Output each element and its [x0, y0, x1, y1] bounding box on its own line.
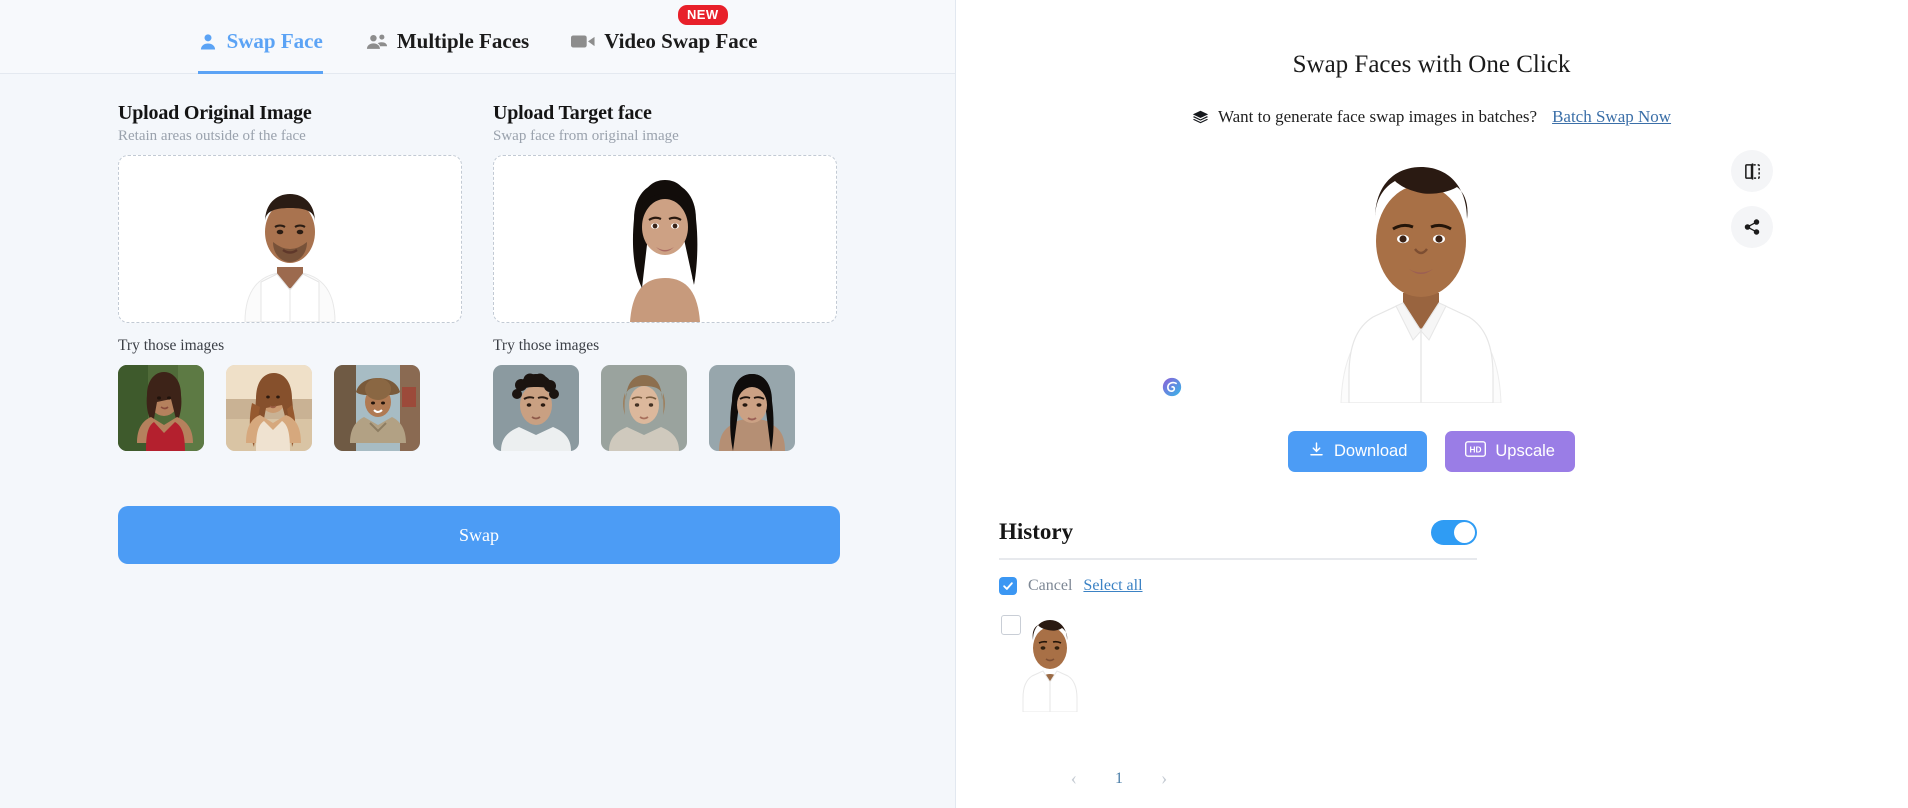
new-badge: NEW	[678, 5, 728, 25]
result-area	[956, 141, 1907, 403]
tab-video-swap-face[interactable]: Video Swap Face	[571, 0, 757, 74]
tab-multiple-faces[interactable]: Multiple Faces	[365, 0, 529, 74]
left-panel: Swap Face Multiple Faces Video Swap Face…	[0, 0, 956, 808]
upload-target-title: Upload Target face	[493, 102, 652, 124]
history-title: History	[999, 519, 1074, 544]
upload-row: Upload Original Image Retain areas outsi…	[0, 74, 955, 451]
app-logo-watermark	[1161, 376, 1183, 398]
result-side-buttons	[1731, 150, 1773, 248]
page-title: Swap Faces with One Click	[1292, 51, 1571, 78]
sample-thumb-woman-red-dress-garden[interactable]	[118, 365, 204, 451]
layers-stack-icon	[1192, 109, 1209, 126]
upload-target-subtitle: Swap face from original image	[493, 128, 679, 144]
history-toggle[interactable]	[1431, 519, 1477, 545]
sample-thumb-woman-golden-hour-beach[interactable]	[226, 365, 312, 451]
tab-swap-face[interactable]: Swap Face	[197, 0, 324, 74]
cancel-label[interactable]: Cancel	[1028, 577, 1072, 595]
download-button[interactable]: Download	[1287, 431, 1428, 472]
right-panel: Swap Faces with One Click Want to genera…	[956, 0, 1907, 808]
person-icon	[198, 32, 218, 52]
sample-thumbs-target	[493, 365, 837, 451]
toggle-knob	[1454, 521, 1475, 543]
history-items	[999, 610, 1477, 712]
original-image-preview	[215, 164, 365, 322]
tab-label: Multiple Faces	[396, 29, 530, 53]
history-item-thumbnail[interactable]	[999, 610, 1101, 712]
svg-text:HD: HD	[1470, 445, 1482, 455]
video-camera-icon	[571, 33, 595, 50]
history-item-checkbox[interactable]	[1001, 615, 1021, 635]
sample-thumb-man-curly-hair[interactable]	[493, 365, 579, 451]
dropzone-target-face[interactable]	[493, 155, 837, 323]
sample-thumb-woman-light-hair[interactable]	[601, 365, 687, 451]
select-all-link[interactable]: Select all	[1083, 577, 1142, 595]
tab-bar: Swap Face Multiple Faces Video Swap Face…	[0, 0, 955, 74]
pagination-next-button[interactable]: ›	[1161, 768, 1167, 790]
sample-thumb-woman-dark-hair[interactable]	[709, 365, 795, 451]
batch-text: Want to generate face swap images in bat…	[1217, 107, 1538, 126]
download-label: Download	[1333, 442, 1408, 460]
try-images-label-original: Try those images	[118, 337, 225, 354]
people-icon	[365, 32, 388, 52]
upscale-button[interactable]: HD Upscale	[1445, 431, 1575, 472]
share-icon[interactable]	[1731, 206, 1773, 248]
result-image	[1285, 141, 1557, 403]
sample-thumb-man-cowboy-hat[interactable]	[334, 365, 420, 451]
upload-original-subtitle: Retain areas outside of the face	[118, 128, 306, 144]
compare-split-view-icon[interactable]	[1731, 150, 1773, 192]
sample-thumbs-original	[118, 365, 462, 451]
result-actions: Download HD Upscale	[956, 431, 1907, 472]
upload-original-title: Upload Original Image	[118, 102, 312, 124]
history-header: History	[999, 519, 1477, 560]
pagination-page-1[interactable]: 1	[1115, 770, 1123, 788]
batch-swap-now-link[interactable]: Batch Swap Now	[1552, 107, 1671, 127]
upload-original-column: Upload Original Image Retain areas outsi…	[118, 102, 462, 451]
history-section: History Cancel Select all	[999, 519, 1477, 712]
upload-target-column: Upload Target face Swap face from origin…	[493, 102, 837, 451]
upscale-label: Upscale	[1495, 442, 1555, 460]
download-icon	[1308, 441, 1325, 463]
try-images-label-target: Try those images	[493, 337, 600, 354]
pagination-prev-button[interactable]: ‹	[1071, 768, 1077, 790]
tab-label: Video Swap Face	[604, 29, 758, 53]
batch-row: Want to generate face swap images in bat…	[956, 107, 1907, 127]
swap-button[interactable]: Swap	[118, 506, 840, 564]
hd-icon: HD	[1465, 441, 1487, 462]
history-controls: Cancel Select all	[999, 577, 1477, 595]
target-face-preview	[590, 164, 740, 322]
history-pagination: ‹ 1 ›	[999, 768, 1239, 790]
face-swap-app: Swap Face Multiple Faces Video Swap Face…	[0, 0, 1908, 808]
history-select-checkbox[interactable]	[999, 577, 1017, 595]
tab-label: Swap Face	[226, 29, 323, 53]
dropzone-original-image[interactable]	[118, 155, 462, 323]
